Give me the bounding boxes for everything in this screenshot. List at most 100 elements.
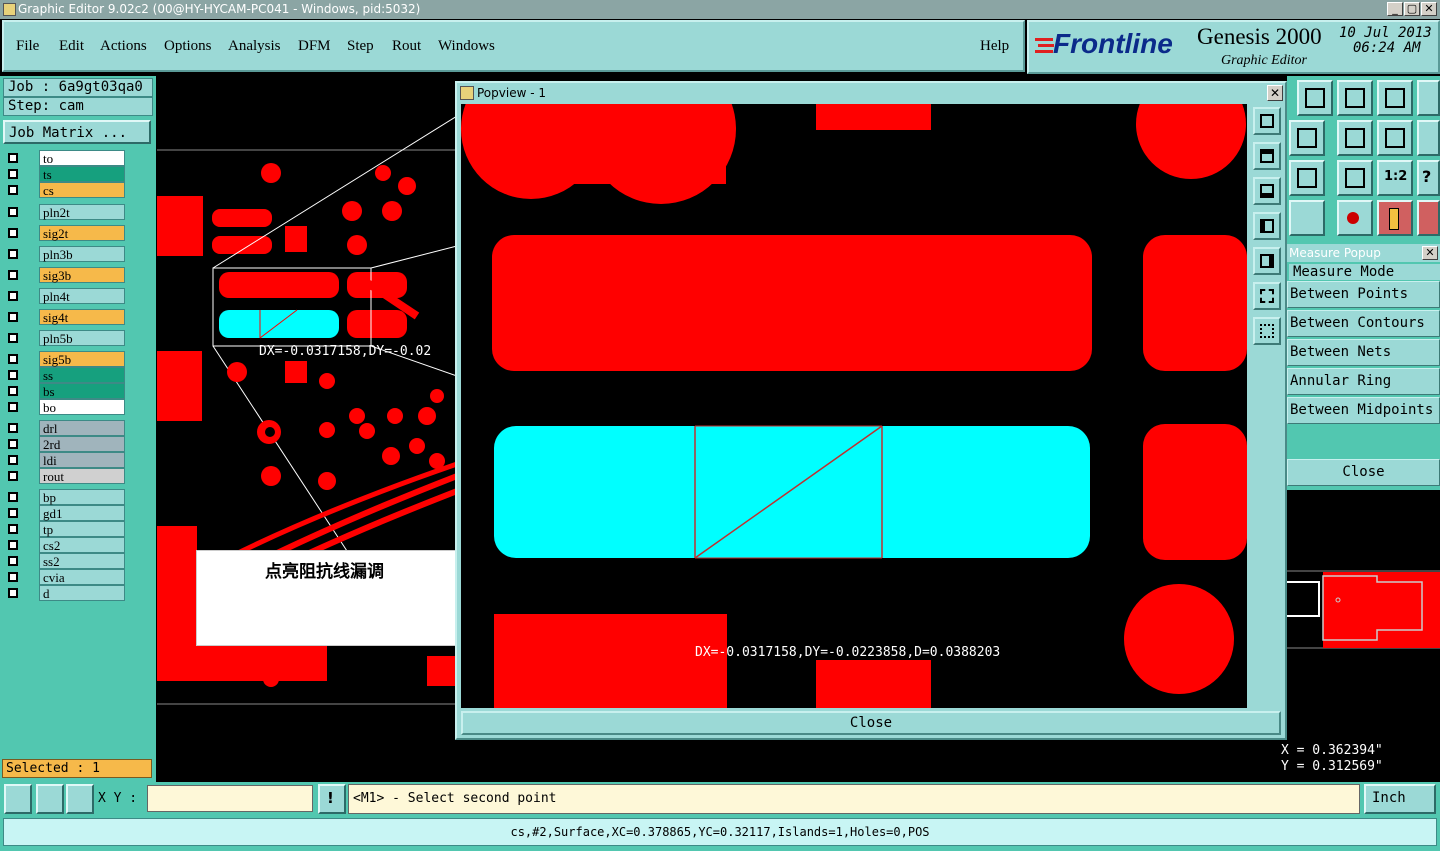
layer-row[interactable]: sig2t xyxy=(5,225,125,241)
help-icon[interactable]: ? xyxy=(1417,160,1440,196)
popview-close-button[interactable]: Close xyxy=(461,711,1281,735)
layer-row[interactable]: rout xyxy=(5,468,125,484)
popview-pan-down-icon[interactable] xyxy=(1253,177,1281,205)
home-icon[interactable] xyxy=(1377,80,1413,116)
layer-row[interactable]: cs2 xyxy=(5,537,125,553)
layer-checkbox[interactable] xyxy=(8,386,18,396)
snap-mode-icon[interactable] xyxy=(36,784,64,814)
menu-help[interactable]: Help xyxy=(980,38,1009,55)
redraw-icon[interactable] xyxy=(1337,120,1373,156)
overview-map[interactable] xyxy=(1287,490,1440,740)
layer-checkbox[interactable] xyxy=(8,291,18,301)
grid-mode-icon[interactable] xyxy=(66,784,94,814)
layer-row[interactable]: pln4t xyxy=(5,288,125,304)
layer-row[interactable]: d xyxy=(5,585,125,601)
layer-row[interactable]: ts xyxy=(5,166,125,182)
graphic-canvas[interactable]: DX=-0.0317158,DY=-0.02 点亮阻抗线漏调 xyxy=(157,76,457,782)
layer-row[interactable]: pln5b xyxy=(5,330,125,346)
layer-row[interactable]: sig3b xyxy=(5,267,125,283)
layer-checkbox[interactable] xyxy=(8,185,18,195)
layer-checkbox[interactable] xyxy=(8,471,18,481)
maximize-button[interactable]: ▢ xyxy=(1404,2,1420,16)
layer-checkbox[interactable] xyxy=(8,153,18,163)
layer-checkbox[interactable] xyxy=(8,249,18,259)
layer-checkbox[interactable] xyxy=(8,169,18,179)
center-icon[interactable] xyxy=(1337,160,1373,196)
layer-checkbox[interactable] xyxy=(8,370,18,380)
popview-zoom-in-icon[interactable] xyxy=(1253,107,1281,135)
snap-icon[interactable] xyxy=(1337,200,1373,236)
layer-checkbox[interactable] xyxy=(8,228,18,238)
layer-row[interactable]: bo xyxy=(5,399,125,415)
measure-annular-ring[interactable]: Annular Ring xyxy=(1287,368,1440,395)
net-highlight-icon[interactable] xyxy=(1377,200,1413,236)
layer-checkbox[interactable] xyxy=(8,524,18,534)
menu-options[interactable]: Options xyxy=(164,38,212,55)
xy-input[interactable] xyxy=(147,785,313,812)
layer-checkbox[interactable] xyxy=(8,207,18,217)
mirror-icon[interactable] xyxy=(1377,120,1413,156)
zoom-window-icon[interactable] xyxy=(1297,80,1333,116)
layer-row[interactable]: bs xyxy=(5,383,125,399)
layer-row[interactable]: bp xyxy=(5,489,125,505)
layer-checkbox[interactable] xyxy=(8,312,18,322)
layer-checkbox[interactable] xyxy=(8,455,18,465)
measure-between-midpoints[interactable]: Between Midpoints xyxy=(1287,397,1440,424)
layer-checkbox[interactable] xyxy=(8,439,18,449)
job-matrix-button[interactable]: Job Matrix ... xyxy=(3,120,151,144)
layer-row[interactable]: drl xyxy=(5,420,125,436)
layer-row[interactable]: cvia xyxy=(5,569,125,585)
layer-row[interactable]: 2rd xyxy=(5,436,125,452)
layer-checkbox[interactable] xyxy=(8,492,18,502)
popview-pan-right-icon[interactable] xyxy=(1253,247,1281,275)
layer-row[interactable]: to xyxy=(5,150,125,166)
layer-checkbox[interactable] xyxy=(8,402,18,412)
rotate-icon[interactable] xyxy=(1417,120,1440,156)
layer-row[interactable]: pln2t xyxy=(5,204,125,220)
layer-row[interactable]: sig4t xyxy=(5,309,125,325)
scale-1-2-icon[interactable]: 1:2 xyxy=(1377,160,1413,196)
measure-between-points[interactable]: Between Points xyxy=(1287,281,1440,308)
pan-icon[interactable] xyxy=(1289,120,1325,156)
menu-step[interactable]: Step xyxy=(347,38,374,55)
minimize-button[interactable]: _ xyxy=(1387,2,1403,16)
measure-between-contours[interactable]: Between Contours xyxy=(1287,310,1440,337)
layer-row[interactable]: ss xyxy=(5,367,125,383)
layer-checkbox[interactable] xyxy=(8,423,18,433)
drc-icon[interactable] xyxy=(1417,200,1440,236)
zoom-save-icon[interactable] xyxy=(1337,80,1373,116)
close-window-button[interactable]: ✕ xyxy=(1421,2,1437,16)
layer-checkbox[interactable] xyxy=(8,588,18,598)
menu-file[interactable]: File xyxy=(16,38,39,55)
layer-row[interactable]: sig5b xyxy=(5,351,125,367)
alert-icon[interactable]: ! xyxy=(318,784,346,814)
menu-edit[interactable]: Edit xyxy=(59,38,84,55)
layer-checkbox[interactable] xyxy=(8,354,18,364)
popview-pan-up-icon[interactable] xyxy=(1253,142,1281,170)
layer-checkbox[interactable] xyxy=(8,508,18,518)
layer-checkbox[interactable] xyxy=(8,572,18,582)
layout-icon[interactable] xyxy=(1417,80,1440,116)
measure-close-button[interactable]: Close xyxy=(1287,459,1440,486)
menu-analysis[interactable]: Analysis xyxy=(228,38,281,55)
zoom-fit-icon[interactable] xyxy=(1289,160,1325,196)
layer-row[interactable]: gd1 xyxy=(5,505,125,521)
popview-close-icon[interactable]: ✕ xyxy=(1267,85,1283,101)
menu-dfm[interactable]: DFM xyxy=(298,38,331,55)
layer-row[interactable]: ss2 xyxy=(5,553,125,569)
units-select[interactable]: Inch xyxy=(1364,784,1436,814)
layer-row[interactable]: pln3b xyxy=(5,246,125,262)
popview-zoom-home-icon[interactable] xyxy=(1253,317,1281,345)
measure-between-nets[interactable]: Between Nets xyxy=(1287,339,1440,366)
layer-row[interactable]: tp xyxy=(5,521,125,537)
layer-checkbox[interactable] xyxy=(8,270,18,280)
layer-row[interactable]: ldi xyxy=(5,452,125,468)
menu-windows[interactable]: Windows xyxy=(438,38,495,55)
menu-actions[interactable]: Actions xyxy=(100,38,147,55)
layer-checkbox[interactable] xyxy=(8,556,18,566)
menu-rout[interactable]: Rout xyxy=(392,38,421,55)
measure-popup-close-icon[interactable]: ✕ xyxy=(1422,246,1438,260)
popview-pan-left-icon[interactable] xyxy=(1253,212,1281,240)
layer-checkbox[interactable] xyxy=(8,333,18,343)
popview-canvas[interactable]: DX=-0.0317158,DY=-0.0223858,D=0.0388203 xyxy=(461,104,1247,708)
